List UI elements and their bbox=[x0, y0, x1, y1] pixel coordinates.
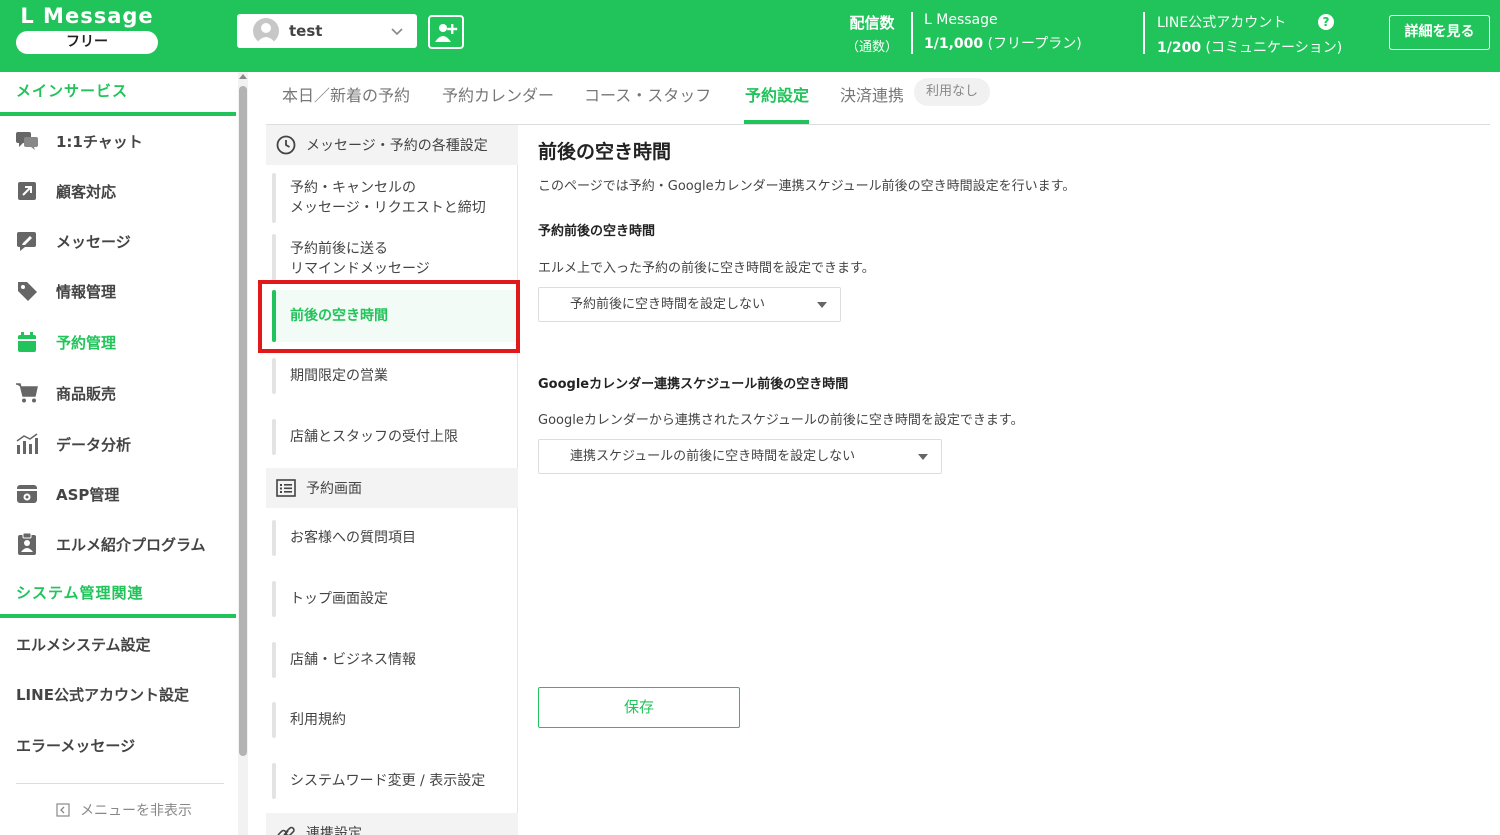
account-name: test bbox=[289, 22, 323, 40]
google-buffer-select[interactable]: 連携スケジュールの前後に空き時間を設定しない bbox=[538, 439, 942, 474]
section-title-google-buffer: Googleカレンダー連携スケジュール前後の空き時間 bbox=[538, 377, 849, 392]
submenu-item-remind-messages[interactable]: 予約前後に送る リマインドメッセージ bbox=[272, 234, 518, 284]
sidebar-item-asp[interactable]: ASP管理 bbox=[0, 469, 236, 519]
sidebar-item-error-messages[interactable]: エラーメッセージ bbox=[16, 735, 135, 756]
scroll-up-icon[interactable] bbox=[238, 72, 248, 82]
sidebar-item-label: 予約管理 bbox=[56, 333, 117, 352]
sidebar-item-system-settings[interactable]: エルメシステム設定 bbox=[16, 634, 151, 655]
sidebar-item-label: データ分析 bbox=[56, 435, 132, 454]
chart-icon bbox=[14, 431, 40, 457]
brand-logo[interactable]: L Message フリー bbox=[16, 4, 158, 54]
page-description: このページでは予約・Googleカレンダー連携スケジュール前後の空き時間設定を行… bbox=[538, 179, 1076, 194]
sidebar-section-main: メインサービス bbox=[0, 72, 236, 116]
save-button[interactable]: 保存 bbox=[538, 687, 740, 728]
sidebar-item-label: エルメ紹介プログラム bbox=[56, 535, 206, 554]
chat-icon bbox=[14, 128, 40, 154]
plan-badge: フリー bbox=[16, 31, 158, 54]
section-desc-google-buffer: Googleカレンダーから連携されたスケジュールの前後に空き時間を設定できます。 bbox=[538, 413, 1024, 428]
brand-name: L Message bbox=[20, 4, 154, 28]
sidebar-item-line-settings[interactable]: LINE公式アカウント設定 bbox=[16, 684, 189, 705]
submenu-heading-reservation-screen: 予約画面 bbox=[266, 468, 518, 508]
link-icon bbox=[276, 823, 296, 835]
user-avatar-icon bbox=[256, 23, 276, 44]
sidebar-item-label: 商品販売 bbox=[56, 384, 117, 403]
sidebar-item-info[interactable]: 情報管理 bbox=[0, 266, 236, 316]
add-user-icon bbox=[435, 24, 458, 42]
sidebar-item-sales[interactable]: 商品販売 bbox=[0, 368, 236, 418]
caret-down-icon bbox=[918, 454, 928, 460]
sidebar-item-label: 顧客対応 bbox=[56, 182, 117, 201]
sidebar-item-chat[interactable]: 1:1チャット bbox=[0, 116, 236, 166]
list-icon bbox=[276, 478, 296, 498]
header-divider bbox=[1143, 12, 1145, 54]
sidebar-item-reservation[interactable]: 予約管理 bbox=[0, 317, 236, 367]
sidebar-section-system: システム管理関連 bbox=[0, 574, 236, 618]
reservation-tabs: 本日／新着の予約 予約カレンダー コース・スタッフ 予約設定 決済連携 bbox=[266, 72, 1490, 125]
page-title: 前後の空き時間 bbox=[538, 141, 672, 163]
highlight-annotation bbox=[258, 280, 520, 353]
lmessage-usage: L Message 1/1,000 (フリープラン) bbox=[924, 12, 1082, 52]
chevron-down-icon bbox=[391, 28, 403, 36]
sidebar-divider bbox=[16, 783, 224, 784]
submenu-item-reception-limit[interactable]: 店舗とスタッフの受付上限 bbox=[272, 419, 518, 455]
sidebar-scroll-thumb[interactable] bbox=[239, 86, 247, 756]
submenu-heading-message-settings: メッセージ・予約の各種設定 bbox=[266, 125, 518, 165]
arrow-up-right-icon bbox=[14, 178, 40, 204]
tab-reservation-settings[interactable]: 予約設定 bbox=[745, 82, 809, 106]
hide-menu-button[interactable]: メニューを非表示 bbox=[56, 800, 192, 820]
tag-icon bbox=[14, 278, 40, 304]
submenu-item-questions[interactable]: お客様への質問項目 bbox=[272, 520, 518, 556]
tab-reservation-calendar[interactable]: 予約カレンダー bbox=[442, 82, 554, 106]
avatar bbox=[253, 18, 279, 44]
sidebar-item-referral[interactable]: エルメ紹介プログラム bbox=[0, 519, 236, 569]
payment-status-badge: 利用なし bbox=[914, 78, 990, 106]
settings-submenu: メッセージ・予約の各種設定 予約・キャンセルの メッセージ・リクエストと締切 予約… bbox=[266, 125, 518, 835]
clipboard-user-icon bbox=[14, 531, 40, 557]
submenu-item-terms[interactable]: 利用規約 bbox=[272, 702, 518, 738]
asp-icon bbox=[14, 481, 40, 507]
submenu-item-reservation-messages[interactable]: 予約・キャンセルの メッセージ・リクエストと締切 bbox=[272, 173, 518, 223]
message-edit-icon bbox=[14, 228, 40, 254]
line-account-usage: LINE公式アカウント 1/200 (コミュニケーション) bbox=[1157, 15, 1343, 56]
reservation-buffer-select[interactable]: 予約前後に空き時間を設定しない bbox=[538, 287, 841, 322]
sidebar-item-label: 情報管理 bbox=[56, 282, 117, 301]
clock-icon bbox=[276, 135, 296, 155]
header-divider bbox=[911, 12, 913, 54]
active-tab-indicator bbox=[744, 120, 809, 124]
sidebar-item-message[interactable]: メッセージ bbox=[0, 216, 236, 266]
top-header: L Message フリー test 配信数 （通数） L Message 1/… bbox=[0, 0, 1500, 72]
submenu-item-system-words[interactable]: システムワード変更 / 表示設定 bbox=[272, 763, 518, 799]
sidebar-item-label: ASP管理 bbox=[56, 485, 120, 504]
tab-course-staff[interactable]: コース・スタッフ bbox=[584, 82, 711, 106]
details-button[interactable]: 詳細を見る bbox=[1389, 15, 1490, 50]
submenu-item-top-screen[interactable]: トップ画面設定 bbox=[272, 581, 518, 617]
sidebar-item-label: 1:1チャット bbox=[56, 132, 143, 151]
caret-down-icon bbox=[817, 302, 827, 308]
submenu-item-business-info[interactable]: 店舗・ビジネス情報 bbox=[272, 642, 518, 678]
add-account-button[interactable] bbox=[428, 15, 464, 49]
account-select[interactable]: test bbox=[237, 14, 417, 48]
section-desc-reservation-buffer: エルメ上で入った予約の前後に空き時間を設定できます。 bbox=[538, 261, 875, 276]
delivery-count-label: 配信数 （通数） bbox=[846, 14, 899, 55]
sidebar: メインサービス 1:1チャット 顧客対応 メッセージ 情報管理 予約管理 商品販 bbox=[0, 72, 236, 835]
tab-payment[interactable]: 決済連携 bbox=[840, 82, 904, 106]
sidebar-item-label: メッセージ bbox=[56, 232, 131, 251]
sidebar-item-customer[interactable]: 顧客対応 bbox=[0, 166, 236, 216]
cart-icon bbox=[14, 380, 40, 406]
collapse-icon bbox=[56, 803, 70, 817]
submenu-heading-integration: 連携設定 bbox=[266, 813, 518, 835]
sidebar-item-analytics[interactable]: データ分析 bbox=[0, 419, 236, 469]
calendar-icon bbox=[14, 329, 40, 355]
section-title-reservation-buffer: 予約前後の空き時間 bbox=[538, 224, 656, 239]
help-icon[interactable]: ? bbox=[1318, 14, 1334, 30]
tab-today-reservations[interactable]: 本日／新着の予約 bbox=[282, 82, 410, 106]
submenu-item-limited-business[interactable]: 期間限定の営業 bbox=[272, 358, 518, 394]
